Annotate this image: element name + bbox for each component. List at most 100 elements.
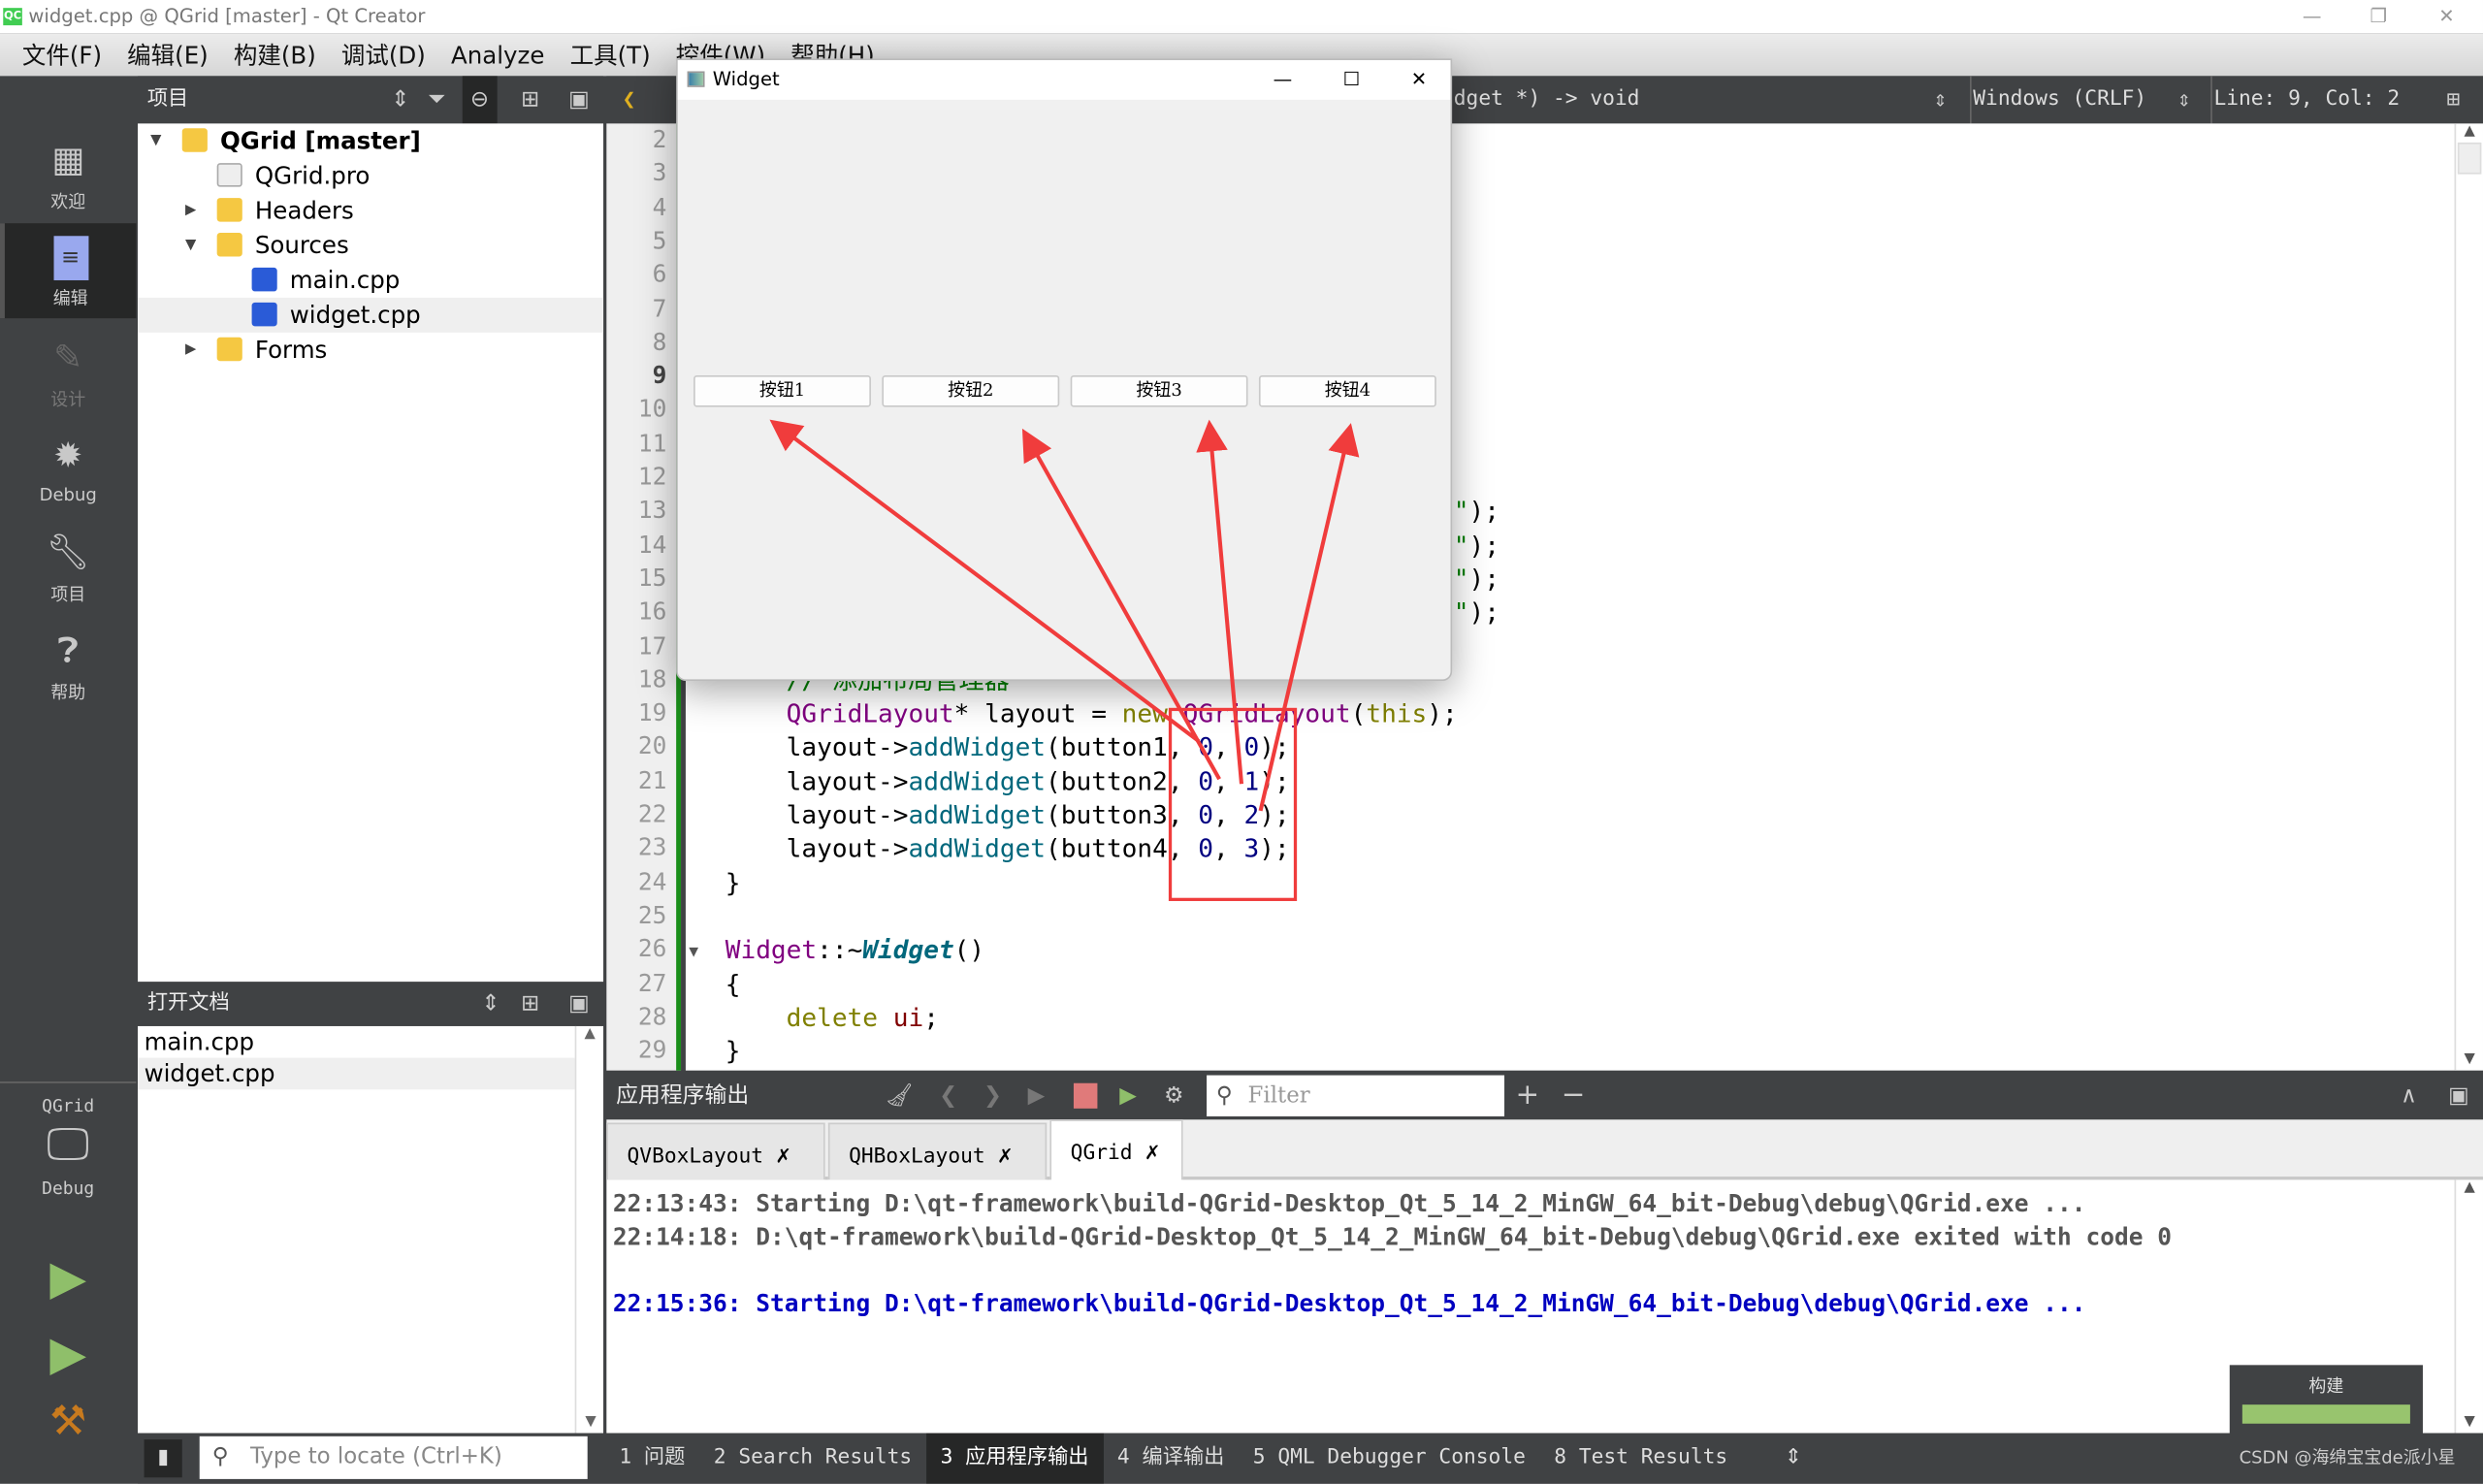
build-progress: 构建 (2229, 1365, 2423, 1434)
code-line: delete ui; (726, 1001, 939, 1035)
restore-button[interactable]: ❐ (2347, 0, 2410, 33)
clear-output-icon[interactable]: 🧹︎ (886, 1072, 914, 1119)
maximize-pane-icon[interactable]: ∧ (2401, 1072, 2417, 1119)
output-tab[interactable]: QHBoxLayout ✗ (827, 1122, 1048, 1180)
debug-run-button[interactable]: ▶ (0, 1327, 136, 1382)
selector-arrows-icon[interactable]: ⇕ (2177, 76, 2191, 123)
back-icon[interactable]: ❮ (623, 76, 636, 123)
zoom-out-icon[interactable]: − (1562, 1072, 1586, 1119)
tree-item[interactable]: main.cpp (138, 263, 603, 298)
minimize-button[interactable]: — (2280, 0, 2343, 33)
collapse-arrow-icon[interactable]: ▶ (185, 333, 196, 368)
forms-folder-icon (216, 337, 242, 362)
cursor-position[interactable]: Line: 9, Col: 2 (2210, 76, 2400, 124)
run-button[interactable]: ▶ (0, 1251, 136, 1307)
line-ending-selector[interactable]: Windows (CRLF) (1970, 76, 2146, 124)
view-selector-arrows-icon[interactable]: ⇕ (391, 76, 409, 123)
symbol-selector[interactable]: dget *) -> void (1454, 76, 1640, 123)
menu-analyze[interactable]: Analyze (451, 41, 545, 69)
mode-help[interactable]: ❓︎ 帮助 (0, 630, 136, 710)
editor-scrollbar[interactable]: ▲ ▼ (2454, 123, 2483, 1071)
close-tab-icon[interactable]: ✗ (998, 1141, 1013, 1169)
tree-item[interactable]: widget.cpp (138, 297, 604, 333)
collapse-arrow-icon[interactable]: ▶ (185, 193, 196, 228)
code-token: 0 (1198, 731, 1214, 762)
close-tab-icon[interactable]: ✗ (1145, 1137, 1160, 1165)
build-progress-track (2241, 1404, 2410, 1424)
tree-item[interactable]: ▼ QGrid [master] (138, 123, 603, 158)
mode-welcome[interactable]: ▦ 欢迎 (0, 140, 136, 222)
menu-build[interactable]: 构建(B) (234, 38, 316, 71)
tree-item[interactable]: ▶ Forms (138, 333, 603, 368)
split-icon[interactable]: ⊞ (521, 76, 539, 123)
pane-arrows-icon[interactable]: ⇕ (1785, 1434, 1802, 1484)
rerun-icon[interactable]: ▶ (1028, 1072, 1046, 1119)
line-number: 13 (637, 496, 667, 525)
button-1[interactable]: 按钮1 (693, 374, 871, 407)
mode-debug[interactable]: ✹ Debug (0, 436, 136, 515)
widget-close-button[interactable]: ✕ (1411, 60, 1427, 100)
open-document-item[interactable]: main.cpp (138, 1026, 575, 1058)
fold-arrow-icon[interactable]: ▼ (689, 944, 698, 961)
output-pane-button[interactable]: 5 QML Debugger Console (1239, 1434, 1540, 1484)
close-button[interactable]: ✕ (2415, 0, 2478, 33)
zoom-in-icon[interactable]: + (1515, 1072, 1539, 1119)
output-tab[interactable]: QGrid ✗ (1049, 1119, 1183, 1183)
menu-tools[interactable]: 工具(T) (570, 38, 651, 71)
next-icon[interactable]: ❯ (984, 1072, 1002, 1119)
project-view-selector[interactable]: 项目 (147, 76, 188, 123)
mode-design[interactable]: ✎ 设计 (0, 338, 136, 417)
close-panel-icon[interactable]: ▣ (568, 76, 590, 123)
scrollbar-thumb[interactable] (2457, 142, 2482, 175)
mode-edit[interactable]: ≡ 编辑 (0, 223, 137, 319)
tree-item[interactable]: QGrid.pro (138, 158, 603, 193)
code-token: addWidget (908, 765, 1047, 796)
menu-debug[interactable]: 调试(D) (341, 38, 426, 71)
attach-debugger-icon[interactable]: ▶ (1119, 1072, 1137, 1119)
link-editor-icon[interactable]: ⊖ (462, 76, 498, 124)
widget-minimize-button[interactable]: — (1274, 60, 1293, 100)
split-icon[interactable]: ⊞ (521, 982, 539, 1026)
locate-input[interactable]: ⚲ Type to locate (Ctrl+K) (199, 1436, 588, 1479)
menu-edit[interactable]: 编辑(E) (127, 38, 209, 71)
expand-arrow-icon[interactable]: ▼ (150, 123, 161, 158)
code-token: ); (1468, 564, 1515, 595)
close-tab-icon[interactable]: ✗ (776, 1141, 790, 1169)
tree-item[interactable]: ▼ Sources (138, 228, 603, 263)
output-tab[interactable]: QVBoxLayout ✗ (606, 1122, 825, 1180)
output-pane-button[interactable]: 2 Search Results (699, 1434, 926, 1484)
build-button[interactable]: ⚒︎ (0, 1399, 136, 1446)
split-icon[interactable]: ⊞ (2446, 76, 2460, 123)
prev-icon[interactable]: ❮ (939, 1072, 957, 1119)
button-4[interactable]: 按钮4 (1258, 374, 1436, 407)
output-pane-button[interactable]: 4 编译输出 (1103, 1434, 1239, 1484)
button-2[interactable]: 按钮2 (882, 374, 1060, 407)
close-pane-icon[interactable]: ▣ (2448, 1072, 2469, 1119)
filter-input[interactable]: ⚲ Filter (1207, 1075, 1505, 1117)
output-pane-button[interactable]: 8 Test Results (1540, 1434, 1742, 1484)
button-3[interactable]: 按钮3 (1070, 374, 1248, 407)
kit-selector[interactable]: QGrid 🖵︎ Debug (0, 1096, 136, 1199)
tree-item-label: widget.cpp (289, 301, 421, 330)
output-tabs: QVBoxLayout ✗ QHBoxLayout ✗ QGrid ✗ (606, 1119, 2483, 1183)
close-panel-icon[interactable]: ▣ (568, 982, 590, 1026)
expand-arrow-icon[interactable]: ▼ (185, 228, 196, 263)
toggle-sidebar-icon[interactable]: ▮ (144, 1439, 182, 1478)
output-pane-button[interactable]: 3 应用程序输出 (925, 1433, 1104, 1484)
stop-icon[interactable] (1073, 1082, 1098, 1109)
selector-arrows-icon[interactable]: ⇕ (1933, 76, 1947, 123)
output-pane-button[interactable]: 1 问题 (605, 1434, 699, 1484)
widget-maximize-button[interactable]: ☐ (1342, 60, 1360, 100)
settings-gear-icon[interactable]: ⚙ (1164, 1072, 1184, 1119)
tree-item[interactable]: ▶ Headers (138, 193, 603, 228)
open-documents-scrollbar[interactable]: ▲ ▼ (574, 1025, 603, 1434)
menu-file[interactable]: 文件(F) (22, 38, 102, 71)
open-documents-title[interactable]: 打开文档 (147, 982, 230, 1026)
view-selector-arrows-icon[interactable]: ⇕ (481, 982, 500, 1026)
open-document-item[interactable]: widget.cpp (138, 1057, 575, 1090)
code-token: } (725, 1035, 741, 1066)
output-scrollbar[interactable]: ▲ ▼ (2454, 1179, 2483, 1434)
mode-projects[interactable]: 🔧︎ 项目 (0, 532, 136, 612)
filter-icon[interactable]: ⏷ (428, 76, 445, 123)
